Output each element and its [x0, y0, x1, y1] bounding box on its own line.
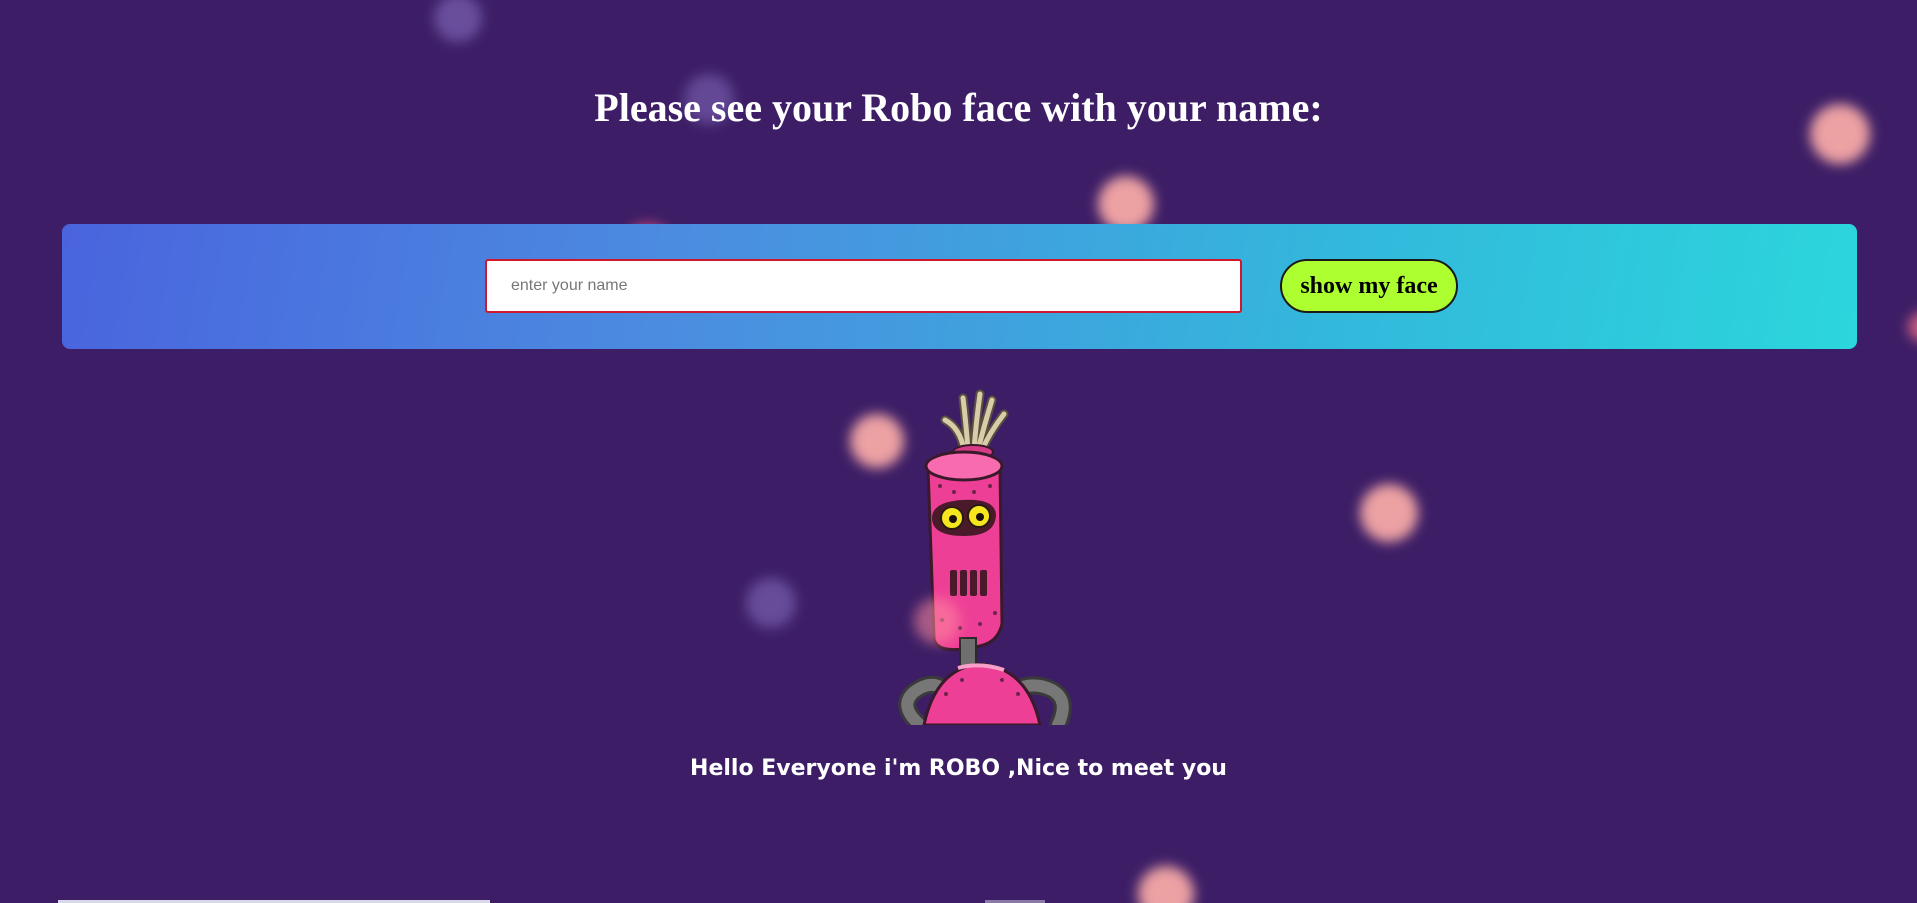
bokeh-particle — [434, 0, 482, 42]
show-my-face-button[interactable]: show my face — [1280, 259, 1458, 313]
bokeh-particle — [746, 578, 796, 628]
bokeh-particle — [1360, 484, 1418, 542]
bokeh-particle — [1138, 866, 1194, 903]
page: Please see your Robo face with your name… — [0, 0, 1917, 903]
robot-face-image — [898, 389, 1072, 725]
robot-image — [880, 388, 1080, 725]
name-input[interactable] — [485, 259, 1242, 313]
page-title: Please see your Robo face with your name… — [594, 85, 1323, 130]
robot-greeting: Hello Everyone i'm ROBO ,Nice to meet yo… — [690, 756, 1227, 781]
bokeh-particle — [1908, 312, 1917, 342]
name-form-band: show my face — [62, 224, 1857, 349]
